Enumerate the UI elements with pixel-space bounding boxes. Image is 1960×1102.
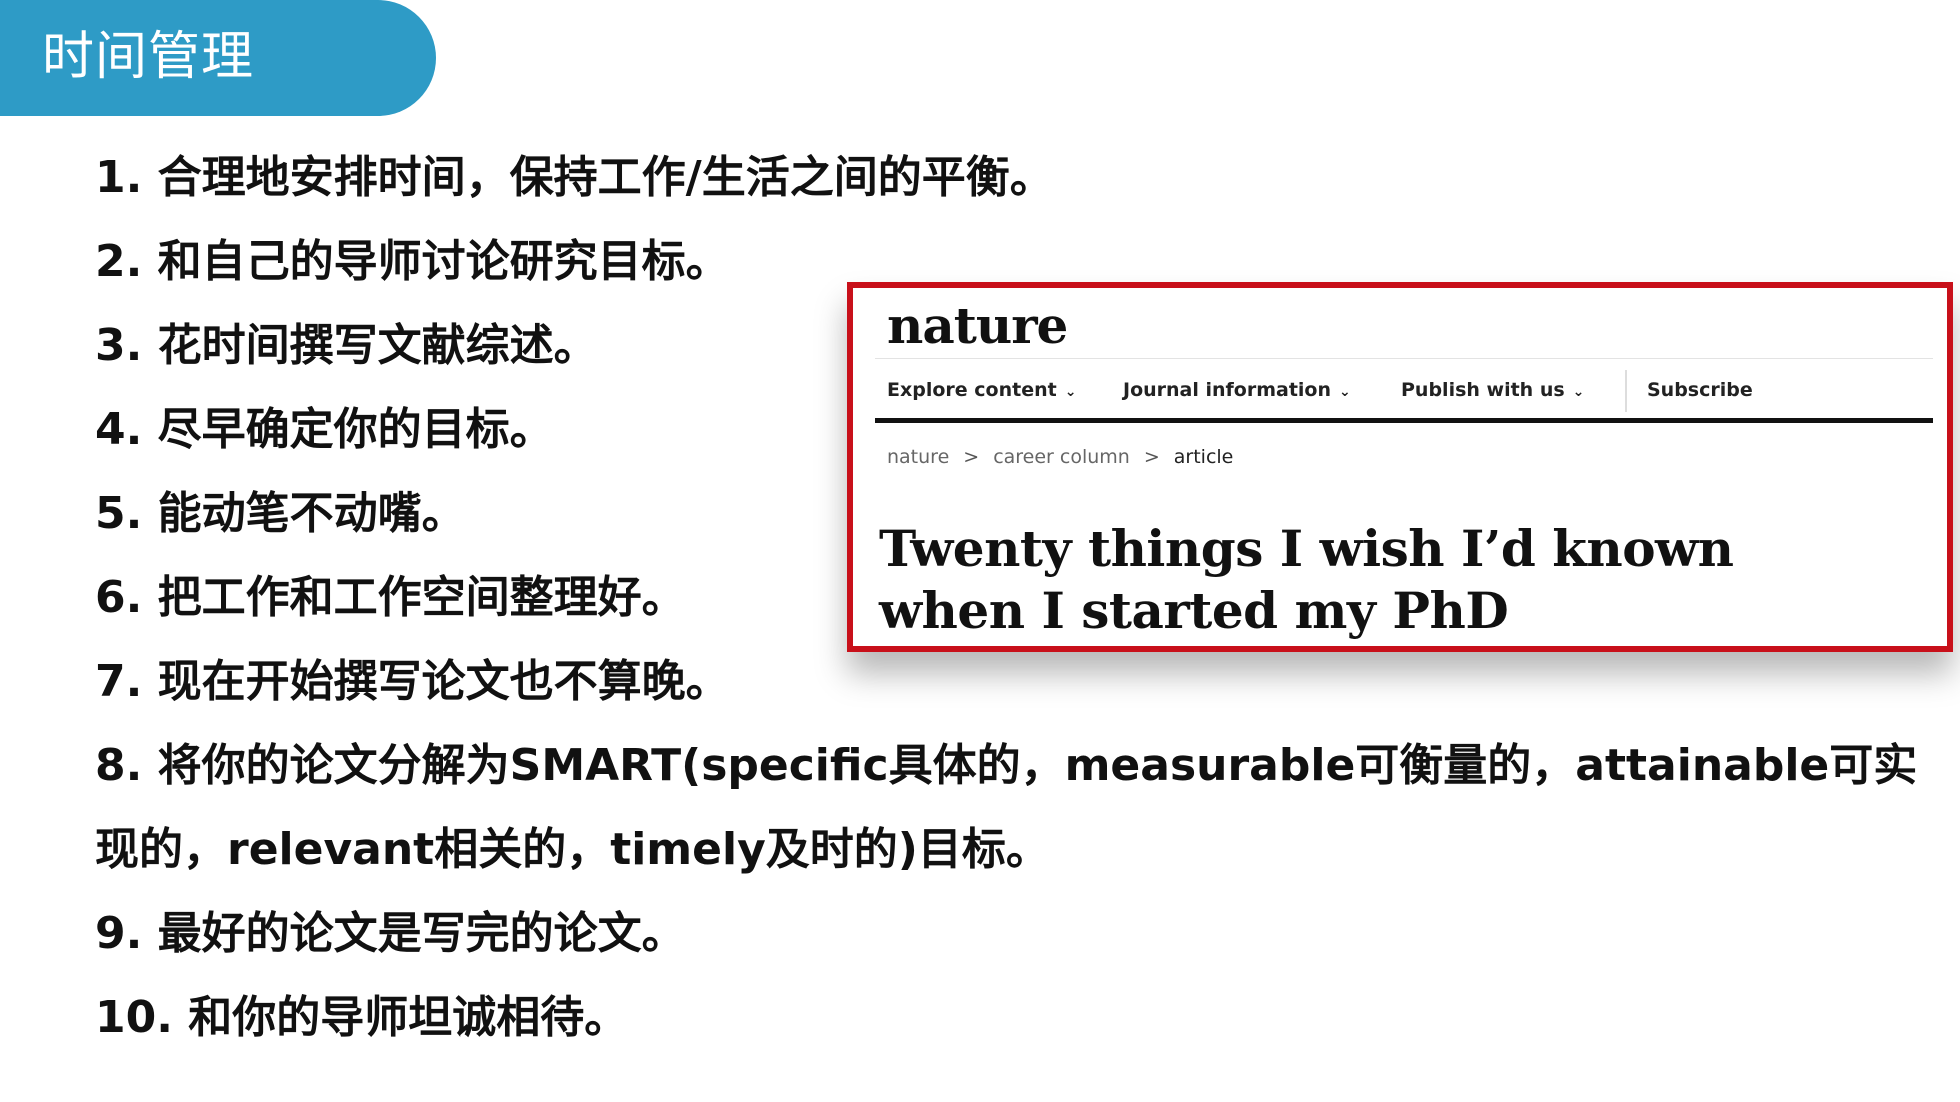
list-item: 7. 现在开始撰写论文也不算晚。 (95, 656, 730, 707)
list-item: 8. 将你的论文分解为SMART(specific具体的，measurable可… (95, 740, 1918, 791)
breadcrumb-article: article (1173, 446, 1234, 468)
list-item-continued: 现的，relevant相关的，timely及时的)目标。 (95, 824, 1050, 875)
nature-article-screenshot: nature Explore content ⌄ Journal informat… (847, 282, 1953, 652)
nav-underline (875, 418, 1933, 423)
nav-journal-information[interactable]: Journal information ⌄ (1123, 378, 1351, 404)
nature-logo: nature (887, 296, 1068, 355)
nav-explore-content[interactable]: Explore content ⌄ (887, 378, 1076, 404)
breadcrumb-separator: > (963, 446, 980, 468)
list-item: 5. 能动笔不动嘴。 (95, 488, 466, 539)
chevron-down-icon: ⌄ (1572, 384, 1585, 400)
chevron-down-icon: ⌄ (1064, 384, 1077, 400)
breadcrumb: nature > career column > article (887, 446, 1233, 468)
breadcrumb-nature[interactable]: nature (887, 446, 949, 468)
list-item: 10. 和你的导师坦诚相待。 (95, 992, 629, 1043)
nav-publish-with-us[interactable]: Publish with us ⌄ (1401, 378, 1584, 404)
chevron-down-icon: ⌄ (1339, 384, 1351, 400)
title-banner: 时间管理 (0, 0, 436, 116)
list-item: 2. 和自己的导师讨论研究目标。 (95, 236, 730, 287)
list-item: 3. 花时间撰写文献综述。 (95, 320, 598, 371)
list-item: 9. 最好的论文是写完的论文。 (95, 908, 686, 959)
page-title: 时间管理 (42, 27, 255, 87)
breadcrumb-career-column[interactable]: career column (993, 446, 1130, 468)
list-item: 6. 把工作和工作空间整理好。 (95, 572, 686, 623)
nav-subscribe[interactable]: Subscribe (1647, 378, 1753, 402)
divider (875, 358, 1933, 359)
breadcrumb-separator: > (1143, 446, 1160, 468)
nav-separator (1625, 370, 1627, 412)
article-headline: Twenty things I wish I’d known when I st… (879, 519, 1734, 640)
list-item: 4. 尽早确定你的目标。 (95, 404, 554, 455)
list-item: 1. 合理地安排时间，保持工作/生活之间的平衡。 (95, 152, 1054, 203)
